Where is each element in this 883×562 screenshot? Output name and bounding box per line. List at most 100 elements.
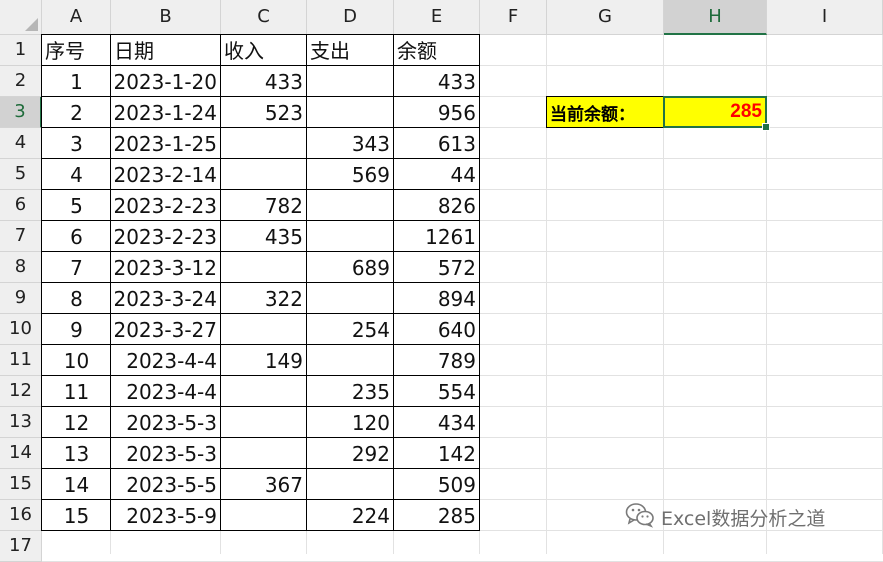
spreadsheet[interactable]: A B C D E F G H I 1 2 3 4 5 6 7 8 9 10 11 12 13 14 15 16 17 序号 日期 收入… (0, 0, 883, 562)
table-cell[interactable]: 9 (42, 314, 111, 345)
table-cell[interactable]: 2023-4-4 (111, 345, 221, 376)
table-cell[interactable]: 640 (394, 314, 480, 345)
table-cell[interactable]: 8 (42, 283, 111, 314)
table-cell[interactable]: 142 (394, 438, 480, 469)
table-cell[interactable]: 2023-5-3 (111, 407, 221, 438)
fill-handle[interactable] (762, 123, 770, 131)
table-cell[interactable]: 235 (307, 376, 394, 407)
table-cell[interactable]: 367 (221, 469, 307, 500)
table-cell[interactable]: 7 (42, 252, 111, 283)
row-header-11[interactable]: 11 (0, 345, 42, 376)
row-header-4[interactable]: 4 (0, 128, 42, 159)
table-cell[interactable]: 12 (42, 407, 111, 438)
table-cell[interactable] (307, 345, 394, 376)
table-cell[interactable]: 613 (394, 128, 480, 159)
row-header-12[interactable]: 12 (0, 376, 42, 407)
table-cell[interactable]: 2023-3-12 (111, 252, 221, 283)
table-cell[interactable]: 5 (42, 190, 111, 221)
table-cell[interactable]: 2023-2-23 (111, 190, 221, 221)
column-header-b[interactable]: B (111, 0, 221, 35)
table-cell[interactable]: 554 (394, 376, 480, 407)
table-cell[interactable]: 2023-5-3 (111, 438, 221, 469)
table-cell[interactable]: 15 (42, 500, 111, 531)
table-cell[interactable] (307, 66, 394, 97)
table-cell[interactable]: 322 (221, 283, 307, 314)
table-cell[interactable] (307, 190, 394, 221)
table-cell[interactable] (307, 221, 394, 252)
table-cell[interactable]: 2023-1-20 (111, 66, 221, 97)
table-cell[interactable]: 11 (42, 376, 111, 407)
table-header-cell[interactable]: 余额 (394, 35, 480, 66)
column-header-g[interactable]: G (547, 0, 664, 35)
table-cell[interactable]: 2023-5-5 (111, 469, 221, 500)
column-header-h[interactable]: H (664, 0, 767, 35)
row-header-2[interactable]: 2 (0, 66, 42, 97)
table-cell[interactable]: 44 (394, 159, 480, 190)
table-cell[interactable] (307, 283, 394, 314)
column-header-d[interactable]: D (307, 0, 394, 35)
row-header-7[interactable]: 7 (0, 221, 42, 252)
table-cell[interactable]: 3 (42, 128, 111, 159)
row-header-3[interactable]: 3 (0, 97, 42, 128)
table-cell[interactable]: 789 (394, 345, 480, 376)
select-all-corner[interactable] (0, 0, 42, 35)
table-cell[interactable]: 10 (42, 345, 111, 376)
table-cell[interactable] (221, 407, 307, 438)
current-balance-label[interactable]: 当前余额： (546, 96, 664, 128)
table-header-cell[interactable]: 日期 (111, 35, 221, 66)
table-cell[interactable]: 523 (221, 97, 307, 128)
table-cell[interactable]: 2023-5-9 (111, 500, 221, 531)
row-header-1[interactable]: 1 (0, 35, 42, 66)
row-header-10[interactable]: 10 (0, 314, 42, 345)
table-cell[interactable] (221, 314, 307, 345)
table-cell[interactable]: 894 (394, 283, 480, 314)
table-cell[interactable]: 2023-2-23 (111, 221, 221, 252)
table-cell[interactable]: 2023-3-24 (111, 283, 221, 314)
table-cell[interactable]: 689 (307, 252, 394, 283)
table-cell[interactable]: 509 (394, 469, 480, 500)
row-header-16[interactable]: 16 (0, 500, 42, 531)
table-cell[interactable] (221, 252, 307, 283)
table-cell[interactable] (221, 438, 307, 469)
table-cell[interactable]: 6 (42, 221, 111, 252)
table-cell[interactable]: 120 (307, 407, 394, 438)
table-cell[interactable]: 956 (394, 97, 480, 128)
table-cell[interactable]: 826 (394, 190, 480, 221)
column-header-i[interactable]: I (767, 0, 883, 35)
table-cell[interactable]: 1 (42, 66, 111, 97)
table-cell[interactable]: 254 (307, 314, 394, 345)
table-cell[interactable]: 433 (394, 66, 480, 97)
table-cell[interactable] (221, 159, 307, 190)
table-cell[interactable] (221, 500, 307, 531)
table-cell[interactable]: 285 (394, 500, 480, 531)
table-cell[interactable]: 572 (394, 252, 480, 283)
row-header-14[interactable]: 14 (0, 438, 42, 469)
row-header-9[interactable]: 9 (0, 283, 42, 314)
table-cell[interactable]: 569 (307, 159, 394, 190)
table-header-cell[interactable]: 序号 (42, 35, 111, 66)
table-cell[interactable]: 2 (42, 97, 111, 128)
row-header-5[interactable]: 5 (0, 159, 42, 190)
current-balance-value[interactable]: 285 (663, 96, 767, 128)
row-header-8[interactable]: 8 (0, 252, 42, 283)
table-cell[interactable]: 435 (221, 221, 307, 252)
table-cell[interactable]: 2023-2-14 (111, 159, 221, 190)
table-cell[interactable] (307, 469, 394, 500)
table-cell[interactable]: 2023-1-25 (111, 128, 221, 159)
table-cell[interactable]: 782 (221, 190, 307, 221)
row-header-17[interactable]: 17 (0, 531, 42, 562)
column-header-c[interactable]: C (221, 0, 307, 35)
table-cell[interactable]: 1261 (394, 221, 480, 252)
row-header-6[interactable]: 6 (0, 190, 42, 221)
table-cell[interactable]: 433 (221, 66, 307, 97)
table-cell[interactable]: 292 (307, 438, 394, 469)
row-header-13[interactable]: 13 (0, 407, 42, 438)
table-cell[interactable]: 149 (221, 345, 307, 376)
table-cell[interactable]: 343 (307, 128, 394, 159)
table-header-cell[interactable]: 支出 (307, 35, 394, 66)
table-cell[interactable]: 2023-4-4 (111, 376, 221, 407)
table-cell[interactable]: 4 (42, 159, 111, 190)
column-header-f[interactable]: F (480, 0, 547, 35)
table-cell[interactable]: 224 (307, 500, 394, 531)
table-cell[interactable]: 2023-1-24 (111, 97, 221, 128)
